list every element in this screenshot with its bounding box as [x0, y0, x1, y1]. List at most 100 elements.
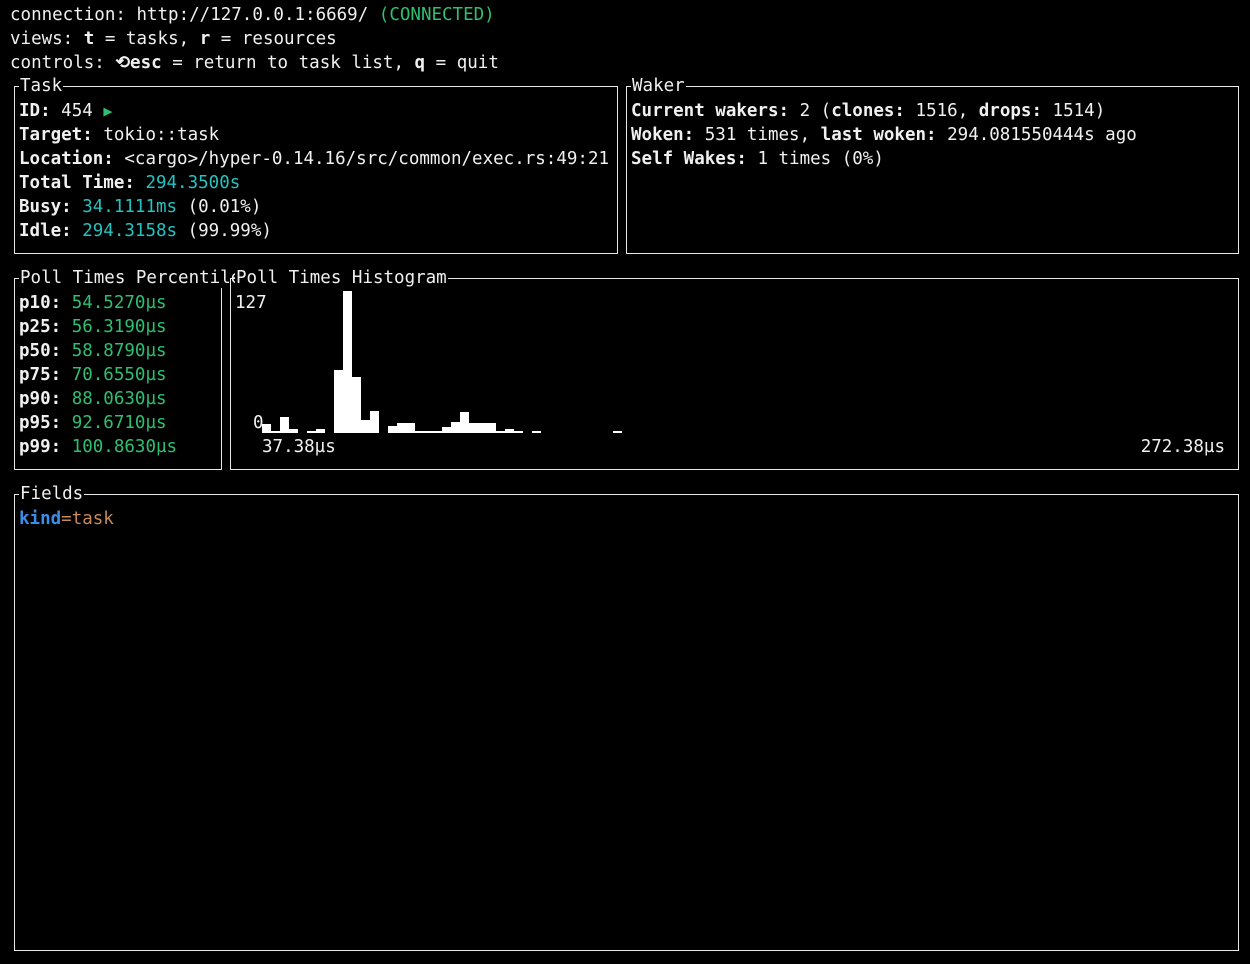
percentile-label: p99: [19, 437, 62, 457]
histogram-bar [514, 431, 523, 433]
esc-desc: = return to task list, [172, 53, 404, 73]
percentile-label: p10: [19, 293, 62, 313]
task-idle-row: Idle: 294.3158s (99.99%) [19, 219, 272, 243]
histogram-bar [487, 423, 496, 433]
task-busy-pct: (0.01%) [187, 197, 262, 217]
percentile-value: 58.8790µs [71, 341, 167, 361]
task-total-value: 294.3500s [145, 173, 241, 193]
task-busy-row: Busy: 34.1111ms (0.01%) [19, 195, 261, 219]
connection-url: http://127.0.0.1:6669/ [136, 5, 369, 25]
histogram-bar [496, 431, 505, 433]
resources-view-key[interactable]: r [200, 29, 211, 49]
task-idle-pct: (99.99%) [187, 221, 272, 241]
histogram-x-min-label: 37.38µs [262, 437, 336, 457]
connection-line: connection: http://127.0.0.1:6669/ (CONN… [10, 3, 495, 27]
percentile-value: 56.3190µs [71, 317, 167, 337]
task-idle-value: 294.3158s [82, 221, 178, 241]
histogram-bar [406, 423, 415, 433]
tasks-view-key[interactable]: t [84, 29, 95, 49]
percentile-row: p95: 92.6710µs [19, 411, 167, 435]
quit-desc: = quit [435, 53, 499, 73]
views-label: views: [10, 29, 74, 49]
field-row: kind=task [19, 507, 114, 531]
fields-panel-title: Fields [19, 484, 85, 504]
task-idle-label: Idle: [19, 221, 72, 241]
histogram-bar [388, 426, 397, 433]
percentile-value: 100.8630µs [71, 437, 178, 457]
histogram-bar [478, 423, 487, 433]
esc-key[interactable]: esc [130, 53, 162, 73]
percentile-row: p75: 70.6550µs [19, 363, 167, 387]
histogram-bar [334, 370, 343, 433]
percentiles-panel: Poll Times Percentiles p10: 54.5270µs p2… [14, 268, 253, 470]
histogram-bar [505, 429, 514, 433]
histogram-bar [415, 431, 424, 433]
waker-current-value: 2 [799, 101, 811, 121]
waker-self-row: Self Wakes: 1 times (0%) [631, 147, 884, 171]
task-id-label: ID: [19, 101, 51, 121]
resources-view-desc: = resources [220, 29, 337, 49]
tasks-view-desc: = tasks, [104, 29, 190, 49]
percentile-label: p50: [19, 341, 62, 361]
percentile-value: 92.6710µs [71, 413, 167, 433]
waker-woken-value: 531 times, [704, 125, 811, 145]
views-line: views: t = tasks, r = resources [10, 27, 337, 51]
percentile-value: 70.6550µs [71, 365, 167, 385]
percentile-label: p25: [19, 317, 62, 337]
task-target-label: Target: [19, 125, 93, 145]
histogram-bar [361, 420, 370, 433]
waker-last-value: 294.081550444s ago [947, 125, 1137, 145]
percentiles-panel-title: Poll Times Percentiles [19, 268, 253, 288]
task-id-row: ID: 454 ▶ [19, 99, 112, 123]
quit-key[interactable]: q [415, 53, 426, 73]
percentile-value: 54.5270µs [71, 293, 167, 313]
histogram-bar [397, 423, 406, 433]
connection-label: connection: [10, 5, 126, 25]
waker-self-label: Self Wakes: [631, 149, 747, 169]
waker-woken-label: Woken: [631, 125, 695, 145]
histogram-bar [460, 412, 469, 433]
task-id-value: 454 [61, 101, 93, 121]
task-location-label: Location: [19, 149, 114, 169]
waker-last-label: last woken: [820, 125, 937, 145]
histogram-bar [343, 291, 352, 433]
percentile-label: p75: [19, 365, 62, 385]
percentile-row: p90: 88.0630µs [19, 387, 167, 411]
histogram-bar [424, 431, 433, 433]
histogram-bar [271, 431, 280, 433]
fields-panel: Fields kind=task [14, 484, 1239, 951]
field-value: task [71, 509, 114, 529]
histogram-bar [469, 423, 478, 433]
percentile-row: p50: 58.8790µs [19, 339, 167, 363]
connection-status: (CONNECTED) [378, 5, 495, 25]
percentile-label: p90: [19, 389, 62, 409]
waker-self-value: 1 times (0%) [757, 149, 884, 169]
waker-current-label: Current wakers: [631, 101, 790, 121]
waker-drops-value: 1514 [1052, 101, 1095, 121]
histogram-bar [289, 429, 298, 433]
histogram-bar [280, 417, 289, 433]
waker-woken-row: Woken: 531 times, last woken: 294.081550… [631, 123, 1137, 147]
waker-drops-label: drops: [978, 101, 1042, 121]
percentile-value: 88.0630µs [71, 389, 167, 409]
percentile-row: p25: 56.3190µs [19, 315, 167, 339]
histogram-bar [433, 431, 442, 433]
percentile-row: p10: 54.5270µs [19, 291, 167, 315]
task-location-value: <cargo>/hyper-0.14.16/src/common/exec.rs… [124, 149, 610, 169]
histogram-bar [307, 431, 316, 433]
histogram-min-label: 0 [253, 413, 264, 433]
waker-clones-label: clones: [831, 101, 905, 121]
task-total-row: Total Time: 294.3500s [19, 171, 240, 195]
play-icon: ▶ [103, 102, 113, 120]
percentile-label: p95: [19, 413, 62, 433]
field-key: kind [19, 509, 62, 529]
field-eq: = [61, 509, 72, 529]
return-icon: ⟲ [115, 53, 131, 73]
waker-current-row: Current wakers: 2 (clones: 1516, drops: … [631, 101, 1106, 121]
task-panel: Task ID: 454 ▶ Target: tokio::task Locat… [14, 76, 618, 254]
histogram-panel: Poll Times Histogram 127 0 37.38µs 272.3… [230, 268, 1239, 470]
histogram-bar [532, 431, 541, 433]
histogram-chart [231, 279, 1238, 469]
percentile-row: p99: 100.8630µs [19, 435, 177, 459]
task-target-row: Target: tokio::task [19, 123, 219, 147]
